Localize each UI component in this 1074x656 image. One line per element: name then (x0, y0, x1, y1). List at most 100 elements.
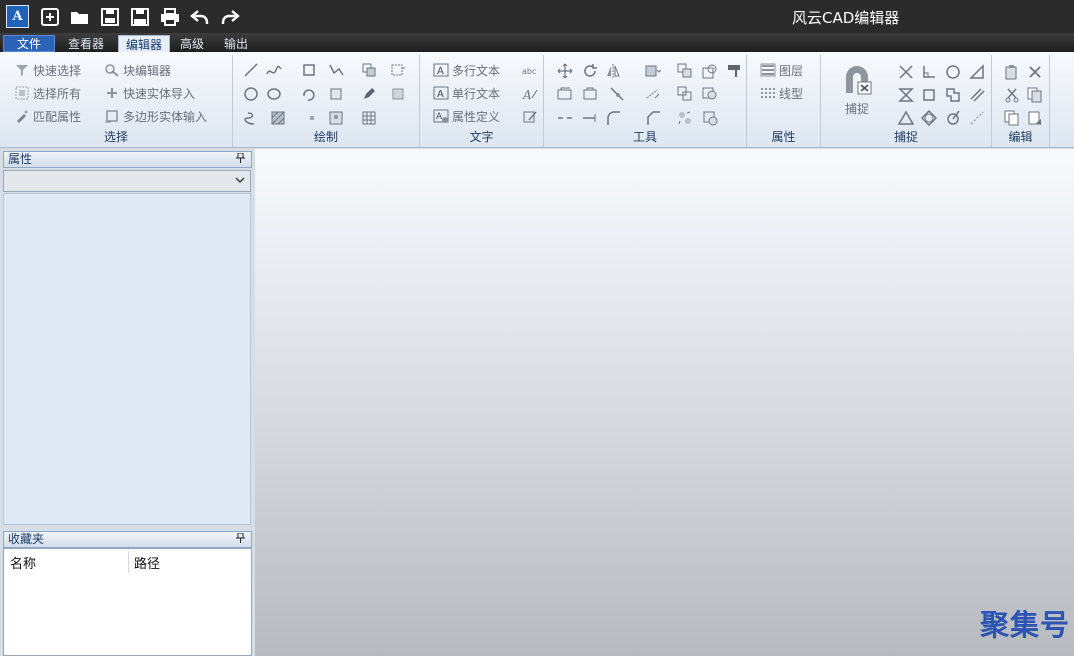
point-icon[interactable] (303, 109, 321, 127)
paste-special-icon[interactable] (1026, 109, 1044, 127)
break-icon[interactable] (556, 109, 574, 127)
quick-select-button[interactable]: 快速选择 (14, 60, 81, 80)
polygon-entity-input-button[interactable]: 多边形实体输入 (104, 106, 207, 126)
column-divider[interactable] (128, 551, 129, 573)
explode-icon[interactable] (676, 109, 694, 127)
offset-icon[interactable] (581, 85, 599, 103)
stretch-icon[interactable] (556, 85, 574, 103)
match-properties-button[interactable]: 匹配属性 (14, 106, 81, 126)
move-icon[interactable] (556, 62, 574, 80)
rectangle-icon[interactable] (300, 61, 318, 79)
subtract-icon[interactable] (701, 85, 719, 103)
pin-icon[interactable] (236, 532, 245, 548)
hatch-dropdown-icon[interactable] (269, 109, 287, 127)
copy-objects-icon[interactable] (676, 62, 694, 80)
polyline-dropdown-icon[interactable] (327, 61, 345, 79)
center-snap-icon[interactable] (944, 63, 962, 81)
favorites-list[interactable]: 名称 路径 (3, 548, 252, 656)
extend-dropdown-icon[interactable] (644, 85, 662, 103)
column-header-path[interactable]: 路径 (134, 553, 160, 572)
title-bar: A 风云CAD编辑器 (0, 0, 1074, 33)
region-fill-dropdown-icon[interactable] (389, 85, 407, 103)
tab-output[interactable]: 输出 (218, 35, 254, 52)
copy-with-base-icon[interactable] (1003, 109, 1021, 127)
save-as-pdf-icon[interactable] (129, 6, 151, 28)
tab-advanced[interactable]: 高级 (174, 35, 210, 52)
app-logo-icon[interactable]: A (6, 5, 29, 28)
spline-icon[interactable] (265, 61, 283, 79)
ellipse-icon[interactable] (265, 85, 283, 103)
attdef-button[interactable]: A 属性定义 (433, 106, 500, 126)
union-icon[interactable] (676, 85, 694, 103)
redo-icon[interactable] (219, 6, 241, 28)
open-icon[interactable] (69, 6, 91, 28)
helix-icon[interactable] (242, 109, 260, 127)
new-icon[interactable] (39, 6, 61, 28)
cut-icon[interactable] (1003, 86, 1021, 104)
favorites-panel-header: 收藏夹 (3, 531, 252, 548)
intersection-snap-icon[interactable] (897, 63, 915, 81)
linetype-icon (760, 85, 776, 101)
rotate-icon[interactable] (581, 62, 599, 80)
circle-icon[interactable] (242, 85, 260, 103)
mirror-icon[interactable] (604, 62, 622, 80)
extension-snap-icon[interactable] (968, 109, 986, 127)
mtext-button[interactable]: A 多行文本 (433, 60, 500, 80)
mtext-icon: A (433, 62, 449, 78)
region-dropdown-icon[interactable] (389, 61, 407, 79)
wipeout-icon[interactable] (327, 85, 345, 103)
properties-object-select[interactable] (3, 170, 251, 192)
chamfer-icon[interactable] (644, 109, 662, 127)
array-dropdown-icon[interactable] (644, 62, 662, 80)
measure-icon[interactable] (701, 109, 719, 127)
arc-icon[interactable] (300, 85, 318, 103)
group-label-snap: 捕捉 (893, 130, 918, 144)
trim-dropdown-icon[interactable] (608, 85, 626, 103)
linetype-button[interactable]: 线型 (760, 83, 803, 103)
endpoint-snap-icon[interactable] (920, 86, 938, 104)
block-editor-button[interactable]: 块编辑器 (104, 60, 171, 80)
apparent-intersection-snap-icon[interactable] (897, 86, 915, 104)
save-icon[interactable] (99, 6, 121, 28)
image-icon[interactable] (327, 109, 345, 127)
perpendicular-snap-icon[interactable] (920, 63, 938, 81)
polygon-select-icon (104, 108, 120, 124)
print-icon[interactable] (159, 6, 181, 28)
insertion-snap-icon[interactable] (944, 86, 962, 104)
matchprop-brush-icon[interactable] (725, 62, 743, 80)
scale-icon[interactable] (701, 62, 719, 80)
properties-grid[interactable] (3, 193, 251, 525)
join-icon[interactable] (581, 109, 599, 127)
quick-entity-import-button[interactable]: 快速实体导入 (104, 83, 195, 103)
table-icon[interactable] (360, 109, 378, 127)
ribbon-group-tools: 工具 (544, 55, 747, 147)
ribbon-group-properties: 图层 线型 属性 (747, 55, 821, 147)
text-edit-icon[interactable]: A (521, 85, 539, 103)
tangent-snap-icon[interactable] (968, 63, 986, 81)
undo-icon[interactable] (189, 6, 211, 28)
pencil-icon[interactable] (360, 85, 378, 103)
midpoint-snap-icon[interactable] (897, 109, 915, 127)
select-all-button[interactable]: 选择所有 (14, 83, 81, 103)
text-style-icon[interactable]: abc (521, 62, 539, 80)
block-insert-icon[interactable] (360, 61, 378, 79)
nearest-snap-icon[interactable] (944, 109, 962, 127)
tab-file[interactable]: 文件 (3, 35, 55, 52)
delete-icon[interactable] (1026, 63, 1044, 81)
layer-button[interactable]: 图层 (760, 60, 803, 80)
line-icon[interactable] (242, 61, 260, 79)
stext-button[interactable]: A 单行文本 (433, 83, 500, 103)
tab-viewer[interactable]: 查看器 (60, 35, 112, 52)
tab-editor[interactable]: 编辑器 (118, 35, 170, 52)
paste-icon[interactable] (1003, 63, 1021, 81)
pin-icon[interactable] (236, 152, 245, 168)
quadrant-snap-icon[interactable] (920, 109, 938, 127)
parallel-snap-icon[interactable] (968, 86, 986, 104)
copy-icon[interactable] (1026, 86, 1044, 104)
drawing-canvas[interactable]: 聚集号 (255, 149, 1074, 656)
fillet-icon[interactable] (604, 109, 622, 127)
column-header-name[interactable]: 名称 (10, 553, 36, 572)
text-pen-icon[interactable] (521, 108, 539, 126)
block-editor-icon (104, 62, 120, 78)
snap-toggle-button[interactable]: 捕捉 (835, 63, 879, 123)
